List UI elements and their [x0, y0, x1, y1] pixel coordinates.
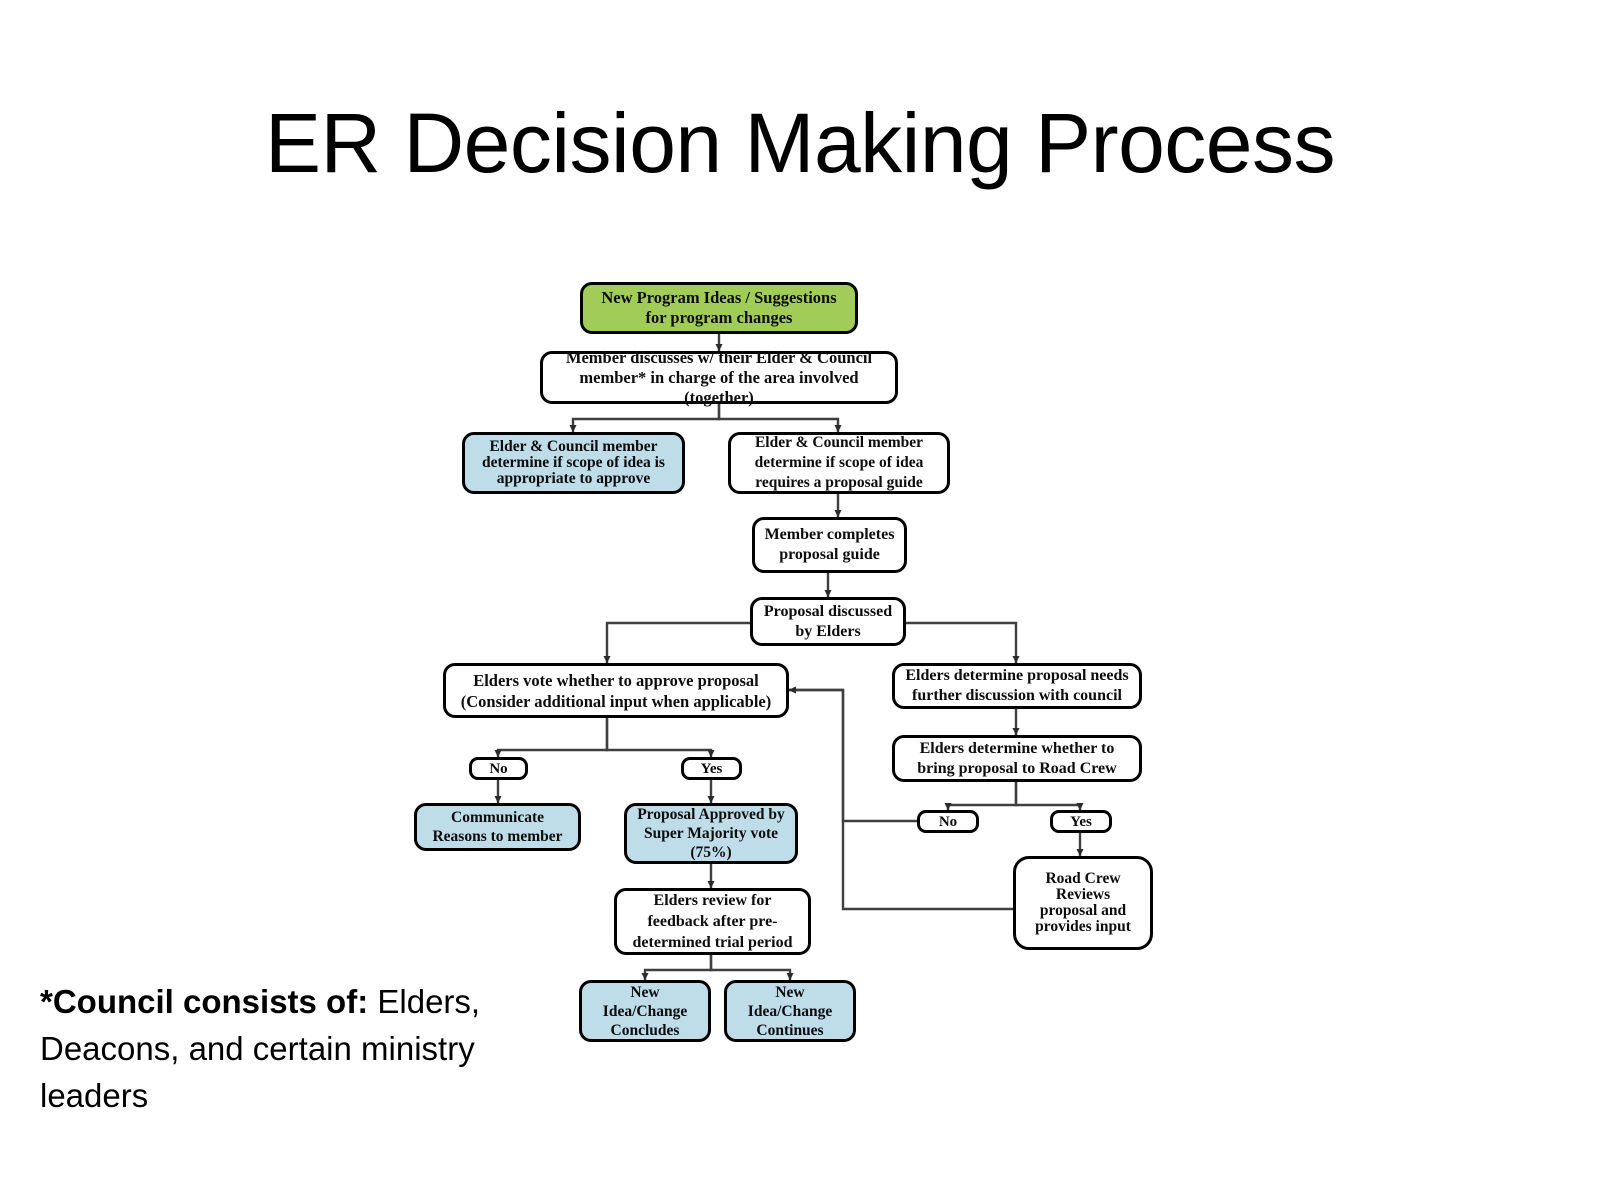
node-further-discussion-label: Elders determine proposal needs further … [905, 667, 1129, 704]
edge-bringroadcrew-to-crewno [944, 782, 1018, 811]
node-road-crew-reviews[interactable]: Road Crew Reviews proposal and provides … [1013, 856, 1153, 950]
node-start-label: New Program Ideas / Suggestions for prog… [601, 288, 837, 327]
node-elders-vote[interactable]: Elders vote whether to approve proposal … [443, 663, 789, 718]
edge-eldersreview-to-changecontinues [709, 955, 794, 981]
node-scope-approve[interactable]: Elder & Council member determine if scop… [462, 432, 685, 494]
node-communicate-reasons[interactable]: Communicate Reasons to member [414, 803, 581, 851]
node-scope-guide-label: Elder & Council member determine if scop… [754, 434, 924, 491]
node-elders-vote-label: Elders vote whether to approve proposal … [460, 670, 772, 711]
node-road-crew-reviews-label: Road Crew Reviews proposal and provides … [1035, 870, 1131, 935]
node-member-completes-label: Member completes proposal guide [764, 526, 895, 563]
node-change-concludes[interactable]: New Idea/Change Concludes [579, 980, 711, 1042]
edge-proposaldiscussed-to-furtherdiscussion [906, 621, 1020, 664]
edge-memberdiscusses-to-scopeguide [717, 404, 842, 433]
node-vote-yes-label: Yes [700, 760, 723, 777]
node-member-discusses-label: Member discusses w/ their Elder & Counci… [565, 347, 873, 407]
node-start[interactable]: New Program Ideas / Suggestions for prog… [580, 282, 858, 334]
node-crew-no[interactable]: No [917, 810, 979, 833]
edge-eldersvote-to-voteyes [605, 718, 715, 758]
edge-roadcrewreviews-to-eldersvote [788, 686, 1013, 911]
node-elders-review-label: Elders review for feedback after pre- de… [632, 892, 793, 951]
edge-eldersreview-to-changeconcludes [641, 955, 713, 981]
node-vote-no-label: No [489, 760, 508, 777]
edge-proposaldiscussed-to-eldersvote [603, 621, 750, 664]
node-change-continues-label: New Idea/Change Continues [747, 983, 833, 1039]
node-member-discusses[interactable]: Member discusses w/ their Elder & Counci… [540, 348, 898, 407]
slide-canvas: ER Decision Making Process New Program I… [0, 0, 1600, 1200]
edge-eldersvote-to-voteno [494, 718, 609, 758]
node-proposal-approved-label: Proposal Approved by Super Majority vote… [637, 806, 785, 861]
edge-memberdiscusses-to-scopeapprove [569, 404, 721, 433]
node-communicate-reasons-label: Communicate Reasons to member [432, 809, 563, 845]
node-bring-road-crew[interactable]: Elders determine whether to bring propos… [892, 735, 1142, 782]
node-elders-review[interactable]: Elders review for feedback after pre- de… [614, 888, 811, 955]
node-change-continues[interactable]: New Idea/Change Continues [724, 980, 856, 1042]
node-further-discussion[interactable]: Elders determine proposal needs further … [892, 663, 1142, 709]
node-bring-road-crew-label: Elders determine whether to bring propos… [917, 739, 1117, 777]
node-proposal-discussed-label: Proposal discussed by Elders [763, 602, 893, 640]
node-crew-yes-label: Yes [1070, 813, 1092, 830]
node-proposal-discussed[interactable]: Proposal discussed by Elders [750, 597, 906, 646]
footnote: *Council consists of: Elders, Deacons, a… [40, 978, 510, 1119]
footnote-lead: *Council consists of: [40, 983, 369, 1020]
node-member-completes[interactable]: Member completes proposal guide [752, 517, 907, 573]
node-proposal-approved[interactable]: Proposal Approved by Super Majority vote… [624, 803, 798, 864]
node-change-concludes-label: New Idea/Change Concludes [602, 983, 688, 1039]
edge-bringroadcrew-to-crewyes [1014, 782, 1084, 811]
node-crew-yes[interactable]: Yes [1050, 810, 1112, 833]
node-crew-no-label: No [938, 813, 958, 830]
node-scope-guide[interactable]: Elder & Council member determine if scop… [728, 432, 950, 494]
node-scope-approve-label: Elder & Council member determine if scop… [482, 438, 665, 487]
node-vote-no[interactable]: No [469, 757, 528, 780]
node-vote-yes[interactable]: Yes [681, 757, 742, 780]
